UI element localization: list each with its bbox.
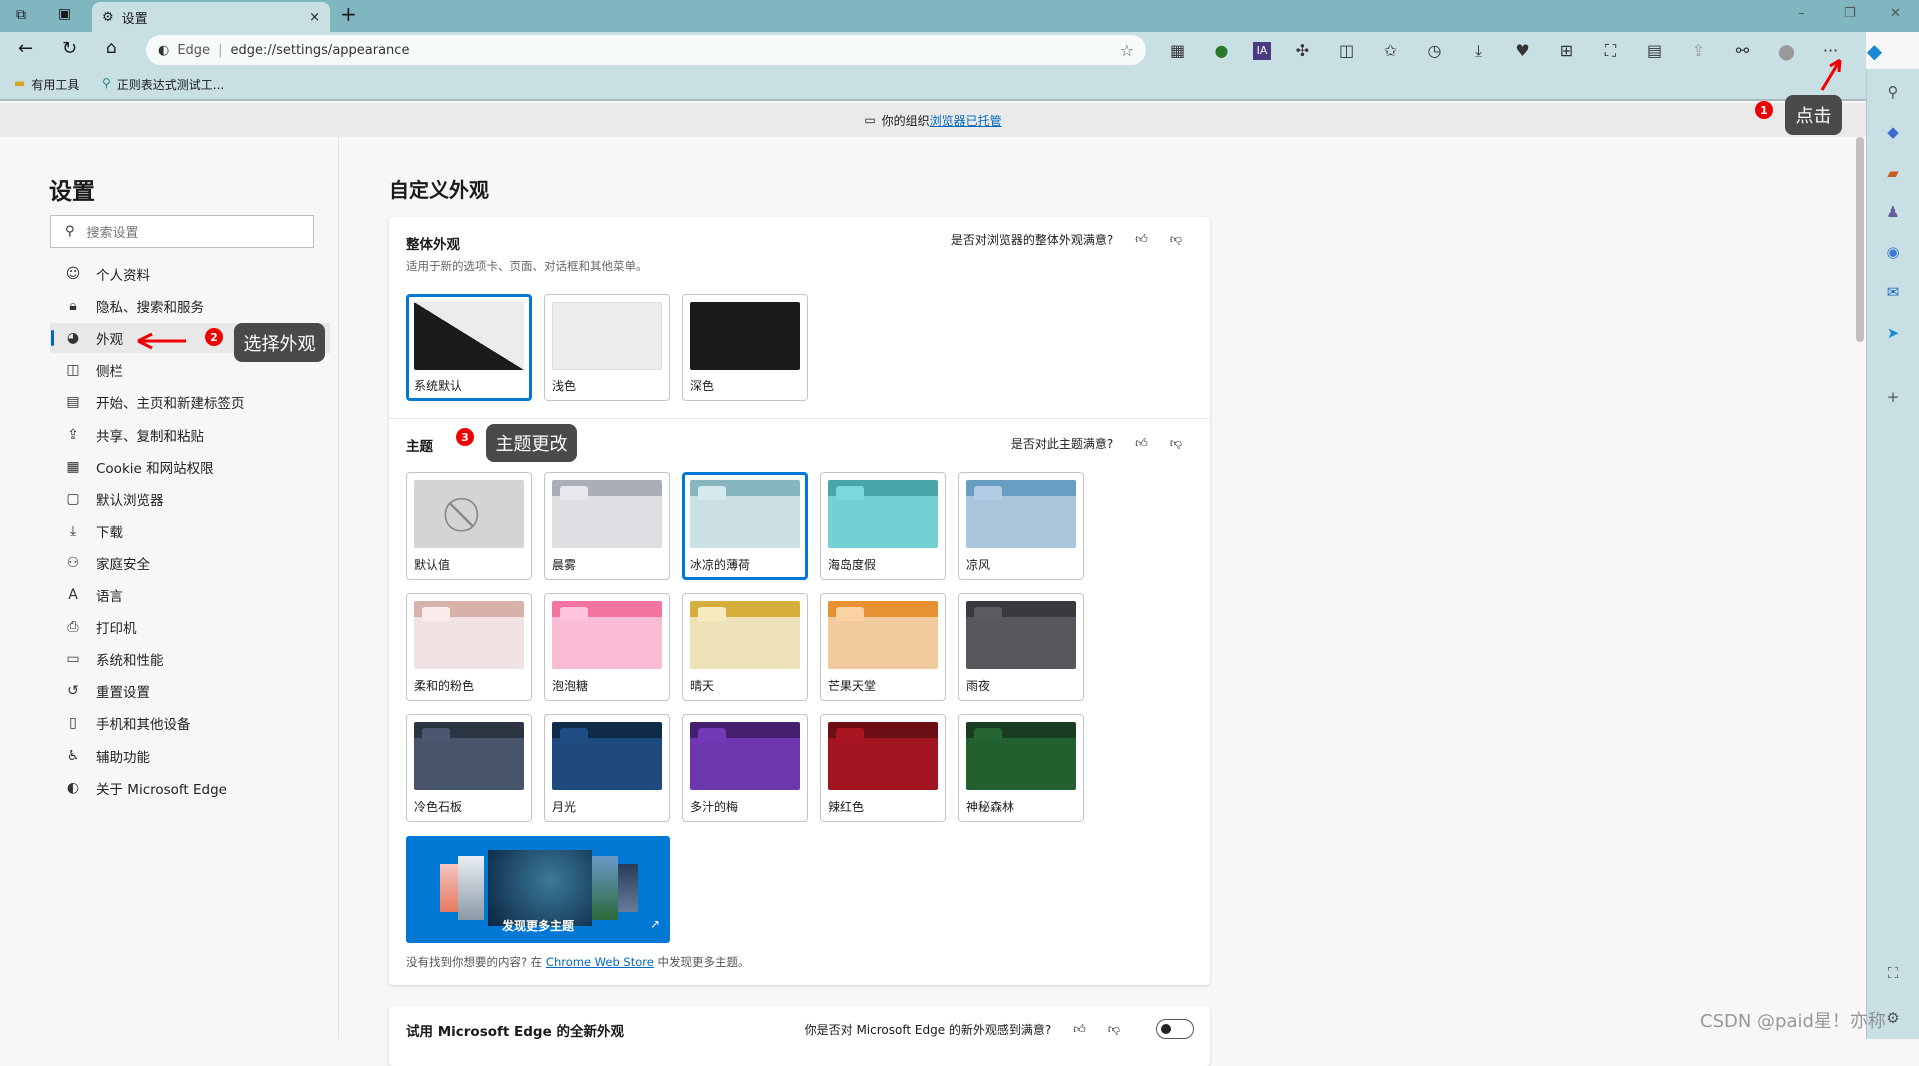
- red-arrow: [137, 332, 186, 350]
- annotation-arrows: [137, 58, 1842, 350]
- annotation-tooltip: 选择外观: [234, 323, 325, 362]
- annotation-badge: 2: [205, 328, 223, 346]
- red-arrow: [1820, 58, 1842, 91]
- annotation-tooltip: 点击: [1785, 95, 1842, 135]
- annotation-badge: 3: [456, 428, 474, 446]
- annotation-badge: 1: [1755, 101, 1773, 119]
- watermark: CSDN @paid星！亦称: [1700, 1011, 1886, 1032]
- annotation-tooltip: 主题更改: [486, 424, 577, 462]
